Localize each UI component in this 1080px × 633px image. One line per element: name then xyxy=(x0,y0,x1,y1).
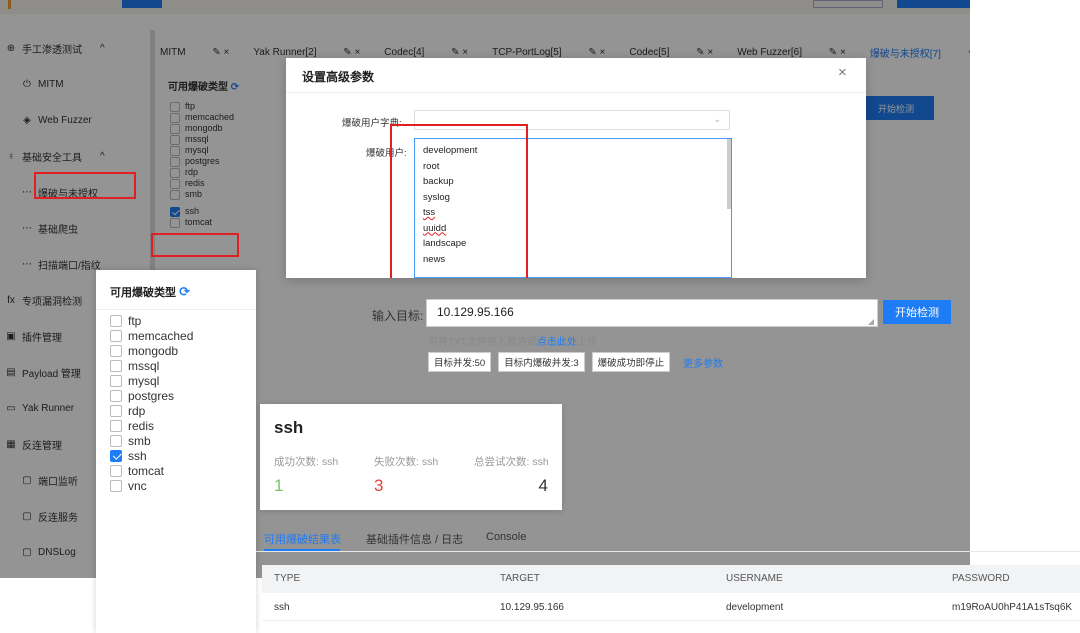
tag-stop-on-success: 爆破成功即停止 xyxy=(591,352,671,372)
textarea-scrollbar[interactable] xyxy=(727,139,731,209)
table-row[interactable]: ssh 10.129.95.166 development m19RoAU0hP… xyxy=(262,593,1080,621)
upload-link[interactable]: 点击此处 xyxy=(537,337,577,348)
type-item-memcached[interactable]: memcached xyxy=(110,328,193,343)
type-label: redis xyxy=(128,418,155,433)
advanced-params-modal: 设置高级参数 × 爆破用户字典: ⌄ 爆破用户: development roo… xyxy=(286,58,866,278)
fail-value: 3 xyxy=(374,476,384,495)
type-label: mysql xyxy=(128,373,160,388)
tabs-divider xyxy=(256,551,1080,552)
type-item-mongodb[interactable]: mongodb xyxy=(110,343,193,358)
more-params-link[interactable]: 更多参数 xyxy=(683,355,723,370)
checkbox[interactable] xyxy=(110,479,122,492)
upload-hint: 可将TXT文件拖入框内或点击此处上传 xyxy=(428,337,597,348)
checkbox[interactable] xyxy=(110,389,122,402)
success-value: 1 xyxy=(274,476,284,495)
chevron-down-icon: ⌄ xyxy=(713,114,721,124)
type-item-postgres[interactable]: postgres xyxy=(110,388,193,403)
header-target: TARGET xyxy=(500,573,540,584)
table-header: TYPE TARGET USERNAME PASSWORD xyxy=(262,565,1080,593)
total-value: 4 xyxy=(538,476,548,495)
header-username: USERNAME xyxy=(726,573,783,584)
checkbox-checked[interactable] xyxy=(110,449,122,462)
type-label: ssh xyxy=(128,448,147,463)
type-item-redis[interactable]: redis xyxy=(110,418,193,433)
param-tags: 目标并发:50 目标内爆破并发:3 爆破成功即停止 更多参数 xyxy=(428,352,723,372)
panel-divider xyxy=(96,309,256,310)
target-input-value: 10.129.95.166 xyxy=(437,305,514,319)
tab-result-table[interactable]: 可用爆破结果表 xyxy=(264,531,341,547)
type-label: vnc xyxy=(128,478,147,493)
types-panel-title: 可用爆破类型 ⟳ xyxy=(110,284,190,299)
checkbox[interactable] xyxy=(110,329,122,342)
stats-card: ssh 成功次数: ssh 1 失败次数: ssh 3 总尝试次数: ssh 4 xyxy=(260,404,562,510)
cell-password: m19RoAU0hP41A1sTsq6K xyxy=(952,602,1073,613)
type-label: memcached xyxy=(128,328,194,343)
tab-console[interactable]: Console xyxy=(486,531,526,543)
total-label: 总尝试次数: ssh xyxy=(474,456,549,468)
type-label: tomcat xyxy=(128,463,165,478)
header-type: TYPE xyxy=(274,573,301,584)
success-label: 成功次数: ssh xyxy=(274,456,339,468)
checkbox[interactable] xyxy=(110,314,122,327)
type-item-ftp[interactable]: ftp xyxy=(110,313,193,328)
type-label: smb xyxy=(128,433,151,448)
refresh-icon[interactable]: ⟳ xyxy=(179,284,190,299)
checkbox[interactable] xyxy=(110,434,122,447)
close-icon[interactable]: × xyxy=(838,64,847,81)
type-item-vnc[interactable]: vnc xyxy=(110,478,193,493)
resize-handle-icon[interactable]: ◢ xyxy=(868,317,874,326)
target-input[interactable]: 10.129.95.166 ◢ xyxy=(426,299,878,327)
type-label: rdp xyxy=(128,403,146,418)
highlight-ssh-checkbox xyxy=(151,233,239,257)
type-label: ftp xyxy=(128,313,142,328)
type-label: mssql xyxy=(128,358,160,373)
stats-title: ssh xyxy=(274,418,304,437)
start-detection-button[interactable]: 开始检测 xyxy=(883,300,951,324)
types-list: ftp memcached mongodb mssql mysql postgr… xyxy=(110,313,193,493)
type-item-smb[interactable]: smb xyxy=(110,433,193,448)
header-password: PASSWORD xyxy=(952,573,1010,584)
cell-type: ssh xyxy=(274,602,290,613)
button-label: 开始检测 xyxy=(895,307,939,319)
modal-divider xyxy=(286,92,866,93)
checkbox[interactable] xyxy=(110,419,122,432)
tag-inner-concurrency: 目标内爆破并发:3 xyxy=(498,352,585,372)
modal-title: 设置高级参数 xyxy=(302,70,375,84)
type-item-rdp[interactable]: rdp xyxy=(110,403,193,418)
checkbox[interactable] xyxy=(110,359,122,372)
checkbox[interactable] xyxy=(110,404,122,417)
tag-concurrency: 目标并发:50 xyxy=(428,352,492,372)
type-label: postgres xyxy=(128,388,175,403)
highlight-user-list xyxy=(390,124,528,278)
checkbox[interactable] xyxy=(110,344,122,357)
type-label: mongodb xyxy=(128,343,179,358)
cell-target: 10.129.95.166 xyxy=(500,602,564,613)
tab-plugin-log[interactable]: 基础插件信息 / 日志 xyxy=(366,531,463,547)
type-item-tomcat[interactable]: tomcat xyxy=(110,463,193,478)
fail-label: 失败次数: ssh xyxy=(374,456,439,468)
type-item-ssh[interactable]: ssh xyxy=(110,448,193,463)
highlight-sidebar-bruteforce xyxy=(34,172,136,199)
checkbox[interactable] xyxy=(110,464,122,477)
type-item-mssql[interactable]: mssql xyxy=(110,358,193,373)
cell-username: development xyxy=(726,602,784,613)
checkbox[interactable] xyxy=(110,374,122,387)
brute-types-panel: 可用爆破类型 ⟳ ftp memcached mongodb mssql mys… xyxy=(96,270,256,633)
target-label: 输入目标: xyxy=(372,309,424,323)
type-item-mysql[interactable]: mysql xyxy=(110,373,193,388)
